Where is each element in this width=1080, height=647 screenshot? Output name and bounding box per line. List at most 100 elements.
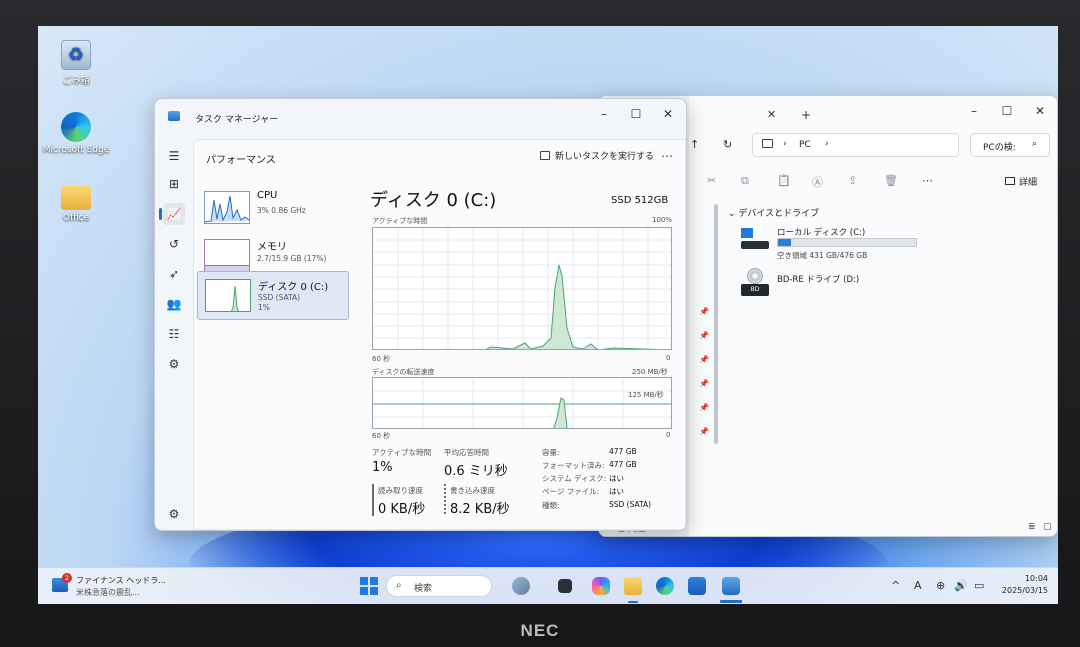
close-button[interactable]: ✕ xyxy=(653,103,683,125)
maximize-button[interactable]: ☐ xyxy=(621,103,651,125)
start-button[interactable] xyxy=(360,577,378,595)
pin-icon: 📌 xyxy=(699,427,709,436)
tile-view-icon[interactable]: ▢ xyxy=(1043,522,1052,532)
more-options-icon[interactable]: … xyxy=(661,146,673,160)
close-tab-icon[interactable]: ✕ xyxy=(767,108,776,121)
search-placeholder: PCの検: xyxy=(983,143,1016,153)
processes-icon[interactable]: ⊞ xyxy=(163,173,185,195)
new-task-icon xyxy=(540,151,550,160)
desktop-icon-edge[interactable]: Microsoft Edge xyxy=(38,112,116,155)
perf-item-name: CPU xyxy=(257,190,278,201)
disc xyxy=(747,268,763,284)
prop-key: 種類: xyxy=(542,501,560,510)
chevron-up-icon[interactable]: ^ xyxy=(891,579,900,592)
read-indicator xyxy=(372,484,374,516)
services-icon[interactable]: ⚙ xyxy=(163,353,185,375)
desktop-icon-label: ごみ箱 xyxy=(62,76,90,86)
section-devices-drives[interactable]: ⌄ デバイスとドライブ xyxy=(728,206,819,219)
address-bar[interactable]: › PC › xyxy=(752,133,959,157)
drive-d-name: BD-RE ドライブ (D:) xyxy=(777,275,860,285)
task-manager-app-icon xyxy=(168,111,180,121)
delete-icon[interactable]: 🗑 xyxy=(884,174,898,187)
cpu-thumbnail xyxy=(204,191,250,224)
copilot-icon[interactable] xyxy=(592,577,610,595)
axis-left: 60 秒 xyxy=(372,432,391,440)
battery-icon[interactable]: ▭ xyxy=(974,579,984,592)
minimize-button[interactable]: – xyxy=(589,103,619,125)
globe-icon[interactable]: ⊕ xyxy=(936,579,945,592)
breadcrumb-pc[interactable]: PC xyxy=(799,140,811,150)
nav-rail: ☰ ⊞ 📈 ↺ ➶ 👥 ☷ ⚙ ⚙ xyxy=(155,133,193,530)
new-tab-button[interactable]: + xyxy=(801,108,811,122)
folder-icon xyxy=(61,186,91,210)
monitor-icon xyxy=(762,139,773,148)
stat-value: 0 KB/秒 xyxy=(378,502,426,517)
minimize-button[interactable]: – xyxy=(959,100,989,122)
file-explorer-icon[interactable] xyxy=(624,577,642,595)
desktop-icon-office[interactable]: Office xyxy=(38,182,116,223)
more-options-icon[interactable]: ⋯ xyxy=(922,174,933,187)
rename-icon[interactable]: Ⓐ xyxy=(812,174,823,190)
stat-label: 読み取り速度 xyxy=(378,486,423,495)
graph-max: 250 MB/秒 xyxy=(632,368,668,376)
speaker-icon[interactable]: 🔊 xyxy=(954,579,968,592)
close-button[interactable]: ✕ xyxy=(1025,100,1055,122)
performance-icon[interactable]: 📈 xyxy=(159,203,185,225)
list-view-icon[interactable]: ≣ xyxy=(1028,522,1036,532)
refresh-icon[interactable]: ↻ xyxy=(723,138,732,151)
stat-label: アクティブな時間 xyxy=(372,448,432,457)
drive-body xyxy=(741,241,769,249)
cut-icon[interactable]: ✂ xyxy=(707,174,716,187)
taskbar: 2 ファイナンス ヘッドラ... 米株急落の震乱... ⌕ 検索 ^ A ⊕ 🔊… xyxy=(38,567,1058,604)
details-button[interactable]: 詳細 xyxy=(1005,175,1037,188)
edge-taskbar-icon[interactable] xyxy=(656,577,674,595)
section-label: デバイスとドライブ xyxy=(738,209,820,219)
clock-date[interactable]: 2025/03/15 xyxy=(1002,586,1048,595)
settings-icon[interactable]: ⚙ xyxy=(163,503,185,525)
nav-scrollbar[interactable] xyxy=(714,204,718,444)
bd-label: BD xyxy=(741,284,769,296)
ime-indicator[interactable]: A xyxy=(914,579,922,592)
clock-time[interactable]: 10:04 xyxy=(1025,574,1048,583)
share-icon[interactable]: ⇪ xyxy=(848,174,857,187)
maximize-button[interactable]: ☐ xyxy=(992,100,1022,122)
windows-logo xyxy=(741,228,753,238)
active-time-svg xyxy=(373,228,671,349)
app-history-icon[interactable]: ↺ xyxy=(163,233,185,255)
users-icon[interactable]: 👥 xyxy=(163,293,185,315)
prop-key: ページ ファイル: xyxy=(542,487,600,496)
run-new-task-button[interactable]: 新しいタスクを実行する xyxy=(540,149,654,162)
desktop-icon-recycle-bin[interactable]: ごみ箱 xyxy=(38,40,116,86)
axis-left: 60 秒 xyxy=(372,355,391,363)
details-icon[interactable]: ☷ xyxy=(163,323,185,345)
paste-icon[interactable]: 📋 xyxy=(777,174,791,187)
brand-logo: NEC xyxy=(520,621,560,640)
store-icon[interactable] xyxy=(688,577,706,595)
task-view-icon[interactable] xyxy=(558,579,572,593)
task-manager-taskbar-icon[interactable] xyxy=(722,577,740,595)
desktop-icon-label: Microsoft Edge xyxy=(42,145,110,155)
breadcrumb-chevron-icon[interactable]: › xyxy=(825,139,829,149)
prop-value: SSD (SATA) xyxy=(609,500,652,509)
explorer-tab[interactable]: ✕ xyxy=(689,104,789,130)
disk-title: ディスク 0 (C:) xyxy=(370,190,497,211)
copy-icon[interactable]: ⧉ xyxy=(741,174,749,188)
page-title: パフォーマンス xyxy=(206,155,276,166)
perf-item-name: ディスク 0 (C:) xyxy=(258,282,329,293)
widget-figure-icon[interactable] xyxy=(512,577,530,595)
hamburger-icon[interactable]: ☰ xyxy=(163,145,185,167)
up-arrow-icon[interactable]: ↑ xyxy=(690,138,699,151)
perf-item-cpu[interactable]: CPU 3% 0.86 GHz xyxy=(197,184,349,233)
graph-mid: 125 MB/秒 xyxy=(628,391,664,399)
active-indicator xyxy=(720,600,742,603)
explorer-search-input[interactable]: PCの検: ⌕ xyxy=(970,133,1050,157)
perf-item-disk[interactable]: ディスク 0 (C:) SSD (SATA) 1% xyxy=(197,271,349,320)
taskbar-search-input[interactable]: ⌕ 検索 xyxy=(386,575,492,597)
perf-item-sub2: 1% xyxy=(258,303,270,312)
startup-apps-icon[interactable]: ➶ xyxy=(163,263,185,285)
transfer-graph xyxy=(372,377,672,429)
pin-icon: 📌 xyxy=(699,307,709,316)
axis-right: 0 xyxy=(666,354,671,362)
perf-item-sub: SSD (SATA) xyxy=(258,293,301,302)
perf-item-sub: 3% 0.86 GHz xyxy=(257,206,306,215)
